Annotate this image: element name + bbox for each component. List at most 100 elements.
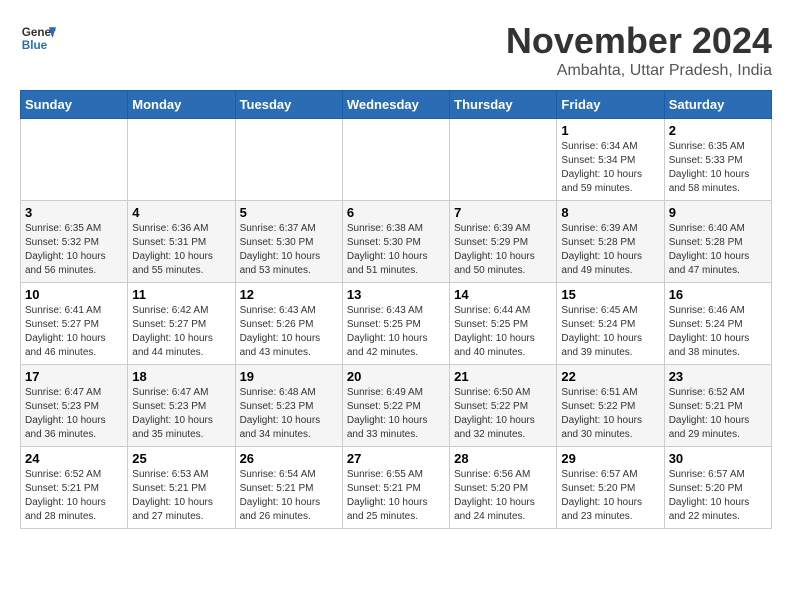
week-row-1: 3Sunrise: 6:35 AMSunset: 5:32 PMDaylight… [21,201,772,283]
calendar-cell [21,119,128,201]
calendar-cell [450,119,557,201]
day-info: Sunrise: 6:55 AMSunset: 5:21 PMDaylight:… [347,468,445,524]
day-number: 4 [132,205,230,220]
calendar-cell: 26 Sunrise: 6:54 AMSunset: 5:21 PMDayligh… [235,447,342,529]
day-info: Sunrise: 6:57 AMSunset: 5:20 PMDaylight:… [669,468,767,524]
day-number: 14 [454,287,552,302]
day-number: 9 [669,205,767,220]
day-info: Sunrise: 6:47 AMSunset: 5:23 PMDaylight:… [25,386,123,442]
calendar-cell: 8 Sunrise: 6:39 AMSunset: 5:28 PMDaylight… [557,201,664,283]
day-number: 20 [347,369,445,384]
day-info: Sunrise: 6:49 AMSunset: 5:22 PMDaylight:… [347,386,445,442]
week-row-2: 10 Sunrise: 6:41 AMSunset: 5:27 PMDayligh… [21,283,772,365]
day-info: Sunrise: 6:48 AMSunset: 5:23 PMDaylight:… [240,386,338,442]
title-section: November 2024 Ambahta, Uttar Pradesh, In… [506,20,772,80]
week-row-4: 24 Sunrise: 6:52 AMSunset: 5:21 PMDayligh… [21,447,772,529]
calendar-cell [235,119,342,201]
weekday-header-wednesday: Wednesday [342,91,449,119]
day-number: 24 [25,451,123,466]
calendar-cell: 30 Sunrise: 6:57 AMSunset: 5:20 PMDayligh… [664,447,771,529]
day-number: 27 [347,451,445,466]
day-number: 15 [561,287,659,302]
day-number: 10 [25,287,123,302]
day-info: Sunrise: 6:56 AMSunset: 5:20 PMDaylight:… [454,468,552,524]
logo: General Blue [20,20,56,56]
day-info: Sunrise: 6:38 AMSunset: 5:30 PMDaylight:… [347,222,445,278]
calendar-cell: 15 Sunrise: 6:45 AMSunset: 5:24 PMDayligh… [557,283,664,365]
day-number: 26 [240,451,338,466]
weekday-header-saturday: Saturday [664,91,771,119]
weekday-header-monday: Monday [128,91,235,119]
calendar-cell: 29Sunrise: 6:57 AMSunset: 5:20 PMDayligh… [557,447,664,529]
day-number: 1 [561,123,659,138]
calendar-cell: 4 Sunrise: 6:36 AMSunset: 5:31 PMDaylight… [128,201,235,283]
day-number: 30 [669,451,767,466]
day-info: Sunrise: 6:43 AMSunset: 5:25 PMDaylight:… [347,304,445,360]
day-number: 22 [561,369,659,384]
calendar-cell [128,119,235,201]
day-number: 29 [561,451,659,466]
calendar-cell: 3Sunrise: 6:35 AMSunset: 5:32 PMDaylight… [21,201,128,283]
day-info: Sunrise: 6:35 AMSunset: 5:32 PMDaylight:… [25,222,123,278]
day-number: 13 [347,287,445,302]
day-number: 17 [25,369,123,384]
day-info: Sunrise: 6:42 AMSunset: 5:27 PMDaylight:… [132,304,230,360]
calendar-cell: 11 Sunrise: 6:42 AMSunset: 5:27 PMDayligh… [128,283,235,365]
week-row-3: 17 Sunrise: 6:47 AMSunset: 5:23 PMDayligh… [21,365,772,447]
calendar-cell: 18Sunrise: 6:47 AMSunset: 5:23 PMDayligh… [128,365,235,447]
day-number: 21 [454,369,552,384]
day-info: Sunrise: 6:45 AMSunset: 5:24 PMDaylight:… [561,304,659,360]
calendar-cell: 24 Sunrise: 6:52 AMSunset: 5:21 PMDayligh… [21,447,128,529]
calendar-cell: 12 Sunrise: 6:43 AMSunset: 5:26 PMDayligh… [235,283,342,365]
day-number: 19 [240,369,338,384]
calendar-cell: 27 Sunrise: 6:55 AMSunset: 5:21 PMDayligh… [342,447,449,529]
weekday-header-tuesday: Tuesday [235,91,342,119]
day-number: 11 [132,287,230,302]
calendar-subtitle: Ambahta, Uttar Pradesh, India [506,62,772,80]
day-info: Sunrise: 6:36 AMSunset: 5:31 PMDaylight:… [132,222,230,278]
calendar-cell: 9 Sunrise: 6:40 AMSunset: 5:28 PMDaylight… [664,201,771,283]
day-number: 2 [669,123,767,138]
day-number: 8 [561,205,659,220]
day-info: Sunrise: 6:52 AMSunset: 5:21 PMDaylight:… [669,386,767,442]
calendar-cell: 1Sunrise: 6:34 AMSunset: 5:34 PMDaylight… [557,119,664,201]
calendar-cell [342,119,449,201]
day-info: Sunrise: 6:54 AMSunset: 5:21 PMDaylight:… [240,468,338,524]
day-info: Sunrise: 6:39 AMSunset: 5:29 PMDaylight:… [454,222,552,278]
weekday-header-row: SundayMondayTuesdayWednesdayThursdayFrid… [21,91,772,119]
day-info: Sunrise: 6:39 AMSunset: 5:28 PMDaylight:… [561,222,659,278]
day-info: Sunrise: 6:50 AMSunset: 5:22 PMDaylight:… [454,386,552,442]
day-info: Sunrise: 6:41 AMSunset: 5:27 PMDaylight:… [25,304,123,360]
calendar-title: November 2024 [506,20,772,62]
day-info: Sunrise: 6:40 AMSunset: 5:28 PMDaylight:… [669,222,767,278]
calendar-table: SundayMondayTuesdayWednesdayThursdayFrid… [20,90,772,529]
day-info: Sunrise: 6:51 AMSunset: 5:22 PMDaylight:… [561,386,659,442]
calendar-cell: 6 Sunrise: 6:38 AMSunset: 5:30 PMDaylight… [342,201,449,283]
calendar-cell: 10 Sunrise: 6:41 AMSunset: 5:27 PMDayligh… [21,283,128,365]
day-number: 25 [132,451,230,466]
header: General Blue November 2024 Ambahta, Utta… [20,20,772,80]
svg-text:Blue: Blue [22,39,48,52]
calendar-cell: 21 Sunrise: 6:50 AMSunset: 5:22 PMDayligh… [450,365,557,447]
day-number: 5 [240,205,338,220]
calendar-cell: 13 Sunrise: 6:43 AMSunset: 5:25 PMDayligh… [342,283,449,365]
day-info: Sunrise: 6:43 AMSunset: 5:26 PMDaylight:… [240,304,338,360]
week-row-0: 1Sunrise: 6:34 AMSunset: 5:34 PMDaylight… [21,119,772,201]
weekday-header-friday: Friday [557,91,664,119]
day-number: 28 [454,451,552,466]
day-info: Sunrise: 6:44 AMSunset: 5:25 PMDaylight:… [454,304,552,360]
weekday-header-thursday: Thursday [450,91,557,119]
calendar-cell: 23 Sunrise: 6:52 AMSunset: 5:21 PMDayligh… [664,365,771,447]
calendar-cell: 14 Sunrise: 6:44 AMSunset: 5:25 PMDayligh… [450,283,557,365]
calendar-cell: 19 Sunrise: 6:48 AMSunset: 5:23 PMDayligh… [235,365,342,447]
day-number: 6 [347,205,445,220]
day-info: Sunrise: 6:53 AMSunset: 5:21 PMDaylight:… [132,468,230,524]
day-number: 18 [132,369,230,384]
day-number: 23 [669,369,767,384]
day-number: 7 [454,205,552,220]
calendar-cell: 22 Sunrise: 6:51 AMSunset: 5:22 PMDayligh… [557,365,664,447]
day-info: Sunrise: 6:52 AMSunset: 5:21 PMDaylight:… [25,468,123,524]
calendar-cell: 28 Sunrise: 6:56 AMSunset: 5:20 PMDayligh… [450,447,557,529]
day-number: 12 [240,287,338,302]
calendar-cell: 20 Sunrise: 6:49 AMSunset: 5:22 PMDayligh… [342,365,449,447]
